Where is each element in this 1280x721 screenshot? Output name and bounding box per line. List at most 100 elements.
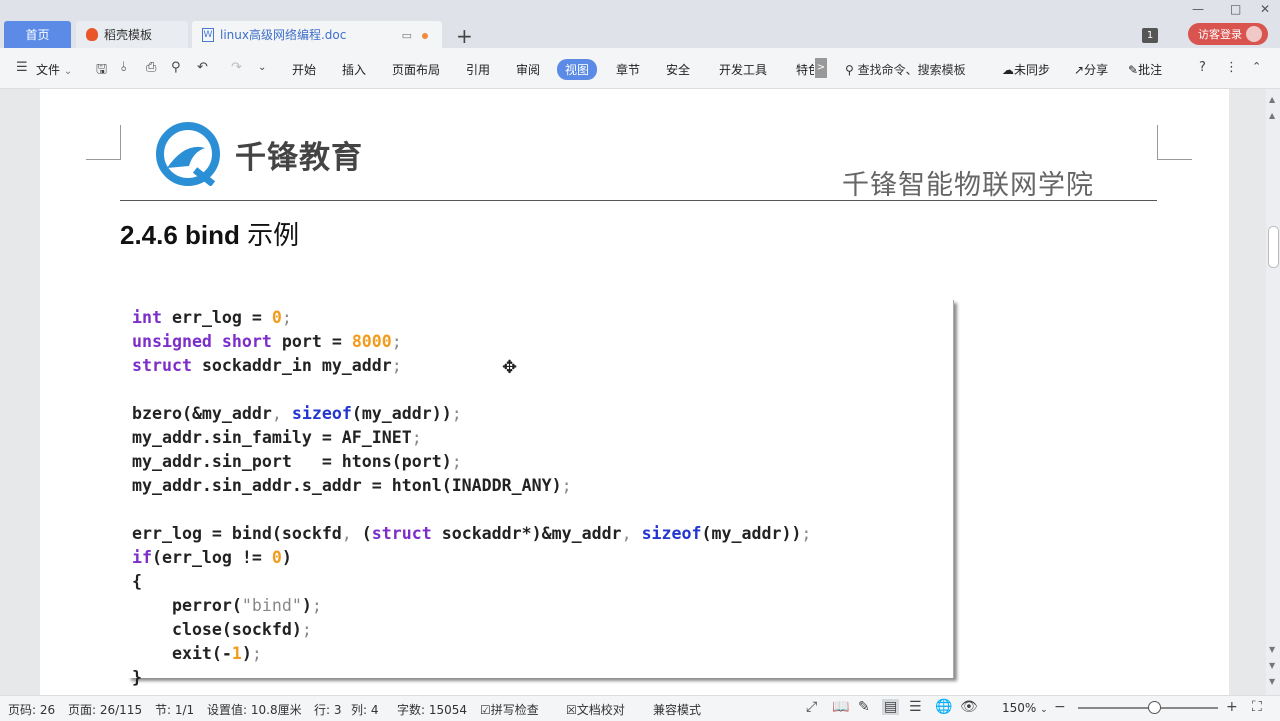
print-icon[interactable]: ⎙ xyxy=(146,60,156,75)
zoom-level-label: 150% xyxy=(1002,701,1037,715)
status-word-count[interactable]: 字数: 15054 xyxy=(397,701,467,718)
comment-button[interactable]: ✎批注 xyxy=(1128,61,1162,78)
zoom-in-icon[interactable]: + xyxy=(1226,699,1238,715)
doc-check-icon: ☒ xyxy=(566,703,577,717)
menu-features[interactable]: 特色 xyxy=(796,61,814,78)
scroll-up-icon[interactable]: ▲ xyxy=(1269,111,1275,120)
cloud-icon: ☁ xyxy=(1002,63,1014,77)
tab-template[interactable]: 稻壳模板 xyxy=(76,21,188,48)
logo-text: 千锋教育 xyxy=(235,139,363,176)
fullscreen-icon[interactable]: ⤢ xyxy=(806,699,817,715)
section-heading-number: 2.4.6 bind xyxy=(120,220,240,250)
code-block: int err_log = 0; unsigned short port = 8… xyxy=(132,308,812,687)
tab-home[interactable]: 首页 xyxy=(4,21,71,48)
chevron-down-icon: ⌄ xyxy=(1040,705,1048,715)
sync-button[interactable]: ☁未同步 xyxy=(1002,61,1050,78)
code-snippet-image: int err_log = 0; unsigned short port = 8… xyxy=(128,300,954,687)
menu-reference[interactable]: 引用 xyxy=(466,61,490,78)
share-label: 分享 xyxy=(1084,63,1109,77)
file-menu[interactable]: 文件 ⌄ xyxy=(36,61,72,78)
pen-icon[interactable]: ✎ xyxy=(858,699,870,715)
window-count-badge[interactable]: 1 xyxy=(1142,28,1158,43)
menu-chapter[interactable]: 章节 xyxy=(616,61,640,78)
maximize-icon[interactable]: □ xyxy=(1230,2,1241,16)
minimize-icon[interactable]: — xyxy=(1192,2,1204,16)
monitor-icon[interactable]: ▭ xyxy=(402,29,412,42)
chevron-down-icon: ⌄ xyxy=(63,66,73,77)
menu-scroll-right-icon[interactable]: > xyxy=(815,58,827,78)
crop-mark xyxy=(1157,125,1192,160)
menu-view[interactable]: 视图 xyxy=(557,59,598,80)
document-page[interactable]: 千锋教育 千锋智能物联网学院 2.4.6 bind 示例 int err_log… xyxy=(40,89,1229,695)
eye-protection-icon[interactable]: 👁 xyxy=(960,699,978,715)
compat-mode-label: 兼容模式 xyxy=(653,703,702,717)
save-icon[interactable]: 🖫 xyxy=(96,60,107,82)
command-search[interactable]: ⚲ 查找命令、搜索模板 xyxy=(845,61,966,78)
collapse-ribbon-icon[interactable]: ⌃ xyxy=(1252,60,1261,73)
menu-start[interactable]: 开始 xyxy=(292,61,316,78)
search-icon: ⚲ xyxy=(845,63,854,77)
share-button[interactable]: ↗分享 xyxy=(1074,61,1108,78)
word-doc-icon: W xyxy=(202,27,214,42)
read-mode-icon[interactable]: 📖 xyxy=(832,699,849,715)
status-bar: 页码: 26 页面: 26/115 节: 1/1 设置值: 10.8厘米 行: … xyxy=(0,695,1280,721)
fit-page-icon[interactable]: ⛶ xyxy=(1252,699,1262,715)
quick-access-chevron-icon[interactable]: ⌄ xyxy=(258,62,266,73)
tab-document-label: linux高级网络编程.doc xyxy=(220,28,347,42)
status-pages[interactable]: 页面: 26/115 xyxy=(68,701,142,718)
menu-review[interactable]: 审阅 xyxy=(516,61,540,78)
header-divider xyxy=(120,200,1157,201)
section-heading-title: 示例 xyxy=(247,221,300,251)
visitor-login-label: 访客登录 xyxy=(1198,28,1242,41)
tab-document[interactable]: W linux高级网络编程.doc ▭ xyxy=(192,21,442,48)
scroll-down-icon[interactable]: ▼ xyxy=(1269,677,1275,686)
file-menu-label: 文件 xyxy=(36,63,61,77)
menu-developer[interactable]: 开发工具 xyxy=(719,61,767,78)
export-pdf-icon[interactable]: ⫰ xyxy=(121,60,127,75)
crop-mark xyxy=(86,125,121,160)
scrollbar-thumb[interactable] xyxy=(1268,226,1279,268)
doc-check-label: 文档校对 xyxy=(576,703,625,717)
qianfeng-logo-icon xyxy=(156,122,220,186)
qianfeng-logo: 千锋教育 xyxy=(155,122,363,186)
tab-bar: — □ ✕ 首页 稻壳模板 W linux高级网络编程.doc ▭ + 1 访客… xyxy=(0,0,1280,48)
zoom-out-icon[interactable]: − xyxy=(1054,699,1066,715)
zoom-level-dropdown[interactable]: 150% ⌄ xyxy=(1002,701,1048,715)
spell-check-button[interactable]: ☑拼写检查 xyxy=(480,701,539,718)
scroll-up-icon[interactable]: ▲ xyxy=(1269,95,1275,104)
unsaved-dot-icon xyxy=(422,32,428,39)
command-search-label: 查找命令、搜索模板 xyxy=(857,63,966,77)
sync-label: 未同步 xyxy=(1014,63,1051,77)
outline-view-icon[interactable]: ☰ xyxy=(909,699,922,715)
more-icon[interactable]: ⋮ xyxy=(1225,60,1238,75)
scroll-down-icon[interactable]: ▼ xyxy=(1269,661,1275,670)
section-heading: 2.4.6 bind 示例 xyxy=(120,215,299,252)
status-section: 节: 1/1 xyxy=(155,703,195,717)
tab-template-label: 稻壳模板 xyxy=(104,28,153,42)
doc-check-button[interactable]: ☒文档校对 xyxy=(566,701,625,718)
status-col: 列: 4 xyxy=(351,703,379,717)
hamburger-menu-icon[interactable]: ☰ xyxy=(16,60,28,75)
new-tab-plus-icon[interactable]: + xyxy=(456,24,473,48)
undo-icon[interactable]: ↶ xyxy=(197,60,208,75)
move-cursor-icon: ✥ xyxy=(502,357,518,378)
close-icon[interactable]: ✕ xyxy=(1260,2,1270,16)
share-icon: ↗ xyxy=(1074,63,1085,77)
header-institute: 千锋智能物联网学院 xyxy=(842,170,1094,201)
page-view-icon[interactable]: ▤ xyxy=(882,699,900,715)
redo-icon[interactable]: ↷ xyxy=(231,60,242,75)
print-preview-icon[interactable]: ⚲ xyxy=(171,60,181,75)
help-icon[interactable]: ? xyxy=(1199,60,1206,75)
web-view-icon[interactable]: 🌐 xyxy=(935,699,952,715)
status-page-num[interactable]: 页码: 26 xyxy=(8,701,55,718)
spell-check-icon: ☑ xyxy=(480,703,491,717)
visitor-login-button[interactable]: 访客登录 xyxy=(1188,23,1268,45)
status-setting: 设置值: 10.8厘米 xyxy=(207,703,302,717)
menu-page-layout[interactable]: 页面布局 xyxy=(392,61,440,78)
zoom-slider-handle[interactable] xyxy=(1148,701,1161,714)
comment-icon: ✎ xyxy=(1128,63,1139,77)
vertical-scrollbar[interactable]: ▲ ▲ ▼ ▼ ▼ xyxy=(1266,89,1280,695)
menu-insert[interactable]: 插入 xyxy=(342,61,366,78)
menu-security[interactable]: 安全 xyxy=(666,61,690,78)
scroll-down-icon[interactable]: ▼ xyxy=(1269,645,1275,654)
